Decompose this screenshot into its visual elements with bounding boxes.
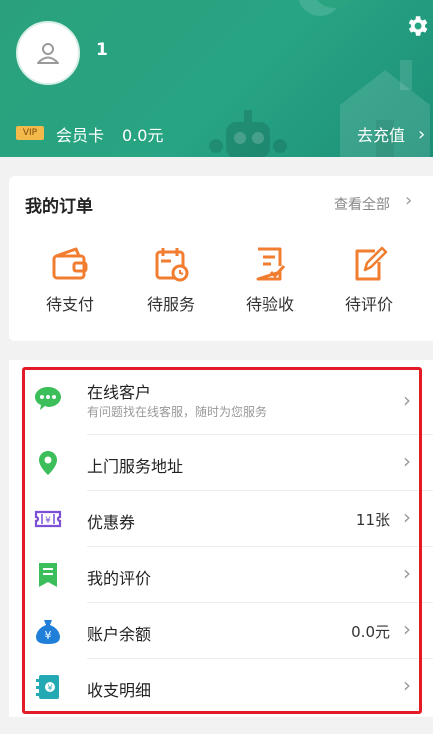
edit-icon <box>355 246 388 281</box>
order-pending-review[interactable]: 待评价 <box>329 246 409 315</box>
chevron-right-icon: › <box>403 673 411 697</box>
user-icon <box>37 43 59 64</box>
chevron-right-icon: › <box>403 505 411 529</box>
location-icon <box>39 451 57 475</box>
username: 1 <box>96 40 108 60</box>
order-pending-service[interactable]: 待服务 <box>131 246 211 315</box>
service-menu-card: 在线客户 有问题找在线客服，随时为您服务 › 上门服务地址 › ¥ 优惠券 11… <box>9 360 433 717</box>
chevron-right-icon: › <box>403 449 411 473</box>
svg-text:¥: ¥ <box>47 684 52 693</box>
avatar[interactable] <box>16 21 80 85</box>
menu-coupons[interactable]: ¥ 优惠券 11张 › <box>9 491 433 547</box>
calendar-clock-icon <box>155 248 189 282</box>
view-all-orders-link[interactable]: 查看全部 <box>334 194 390 214</box>
recharge-link[interactable]: 去充值 <box>357 122 405 146</box>
svg-text:¥: ¥ <box>45 629 52 642</box>
menu-transaction-details[interactable]: ¥ 收支明细 › <box>9 659 433 715</box>
vip-card-label: 会员卡 <box>56 126 105 145</box>
menu-online-customer-service[interactable]: 在线客户 有问题找在线客服，随时为您服务 › <box>9 370 433 435</box>
order-label: 待服务 <box>146 295 195 314</box>
chevron-right-icon: › <box>403 617 411 641</box>
my-orders-card: 我的订单 查看全部 › 待支付 待服务 待验收 待评价 <box>9 176 433 341</box>
profile-header: 1 VIP 会员卡 0.0元 去充值 › <box>0 0 433 157</box>
menu-my-reviews[interactable]: 我的评价 › <box>9 547 433 603</box>
vip-card-balance: 0.0元 <box>122 126 164 145</box>
orders-title: 我的订单 <box>25 197 93 217</box>
order-label: 待支付 <box>45 295 94 314</box>
ledger-icon: ¥ <box>36 675 59 699</box>
svg-text:¥: ¥ <box>45 516 51 526</box>
coupon-count: 11张 <box>355 511 390 529</box>
menu-title: 上门服务地址 <box>87 457 184 476</box>
menu-title: 收支明细 <box>87 681 152 700</box>
coupon-icon: ¥ <box>34 510 62 528</box>
balance-value: 0.0元 <box>351 623 390 641</box>
menu-title: 账户余额 <box>87 625 152 644</box>
chevron-right-icon: › <box>403 561 411 585</box>
menu-subtitle: 有问题找在线客服，随时为您服务 <box>87 405 268 419</box>
menu-title: 优惠券 <box>87 513 136 532</box>
robot-decoration <box>209 110 287 157</box>
vip-badge: VIP <box>16 126 44 140</box>
order-label: 待验收 <box>245 295 294 314</box>
menu-account-balance[interactable]: ¥ 账户余额 0.0元 › <box>9 603 433 659</box>
chat-icon <box>35 387 61 410</box>
menu-title: 我的评价 <box>87 569 152 588</box>
review-icon <box>39 563 57 587</box>
menu-service-address[interactable]: 上门服务地址 › <box>9 435 433 491</box>
order-pending-acceptance[interactable]: 待验收 <box>230 246 310 315</box>
order-label: 待评价 <box>344 295 393 314</box>
gear-icon[interactable] <box>404 13 430 39</box>
menu-title: 在线客户 <box>87 383 152 402</box>
chevron-right-icon: › <box>403 388 411 412</box>
order-pending-payment[interactable]: 待支付 <box>30 246 110 315</box>
chevron-right-icon: › <box>418 124 426 145</box>
wallet-icon <box>52 247 88 280</box>
money-bag-icon: ¥ <box>36 620 60 644</box>
checklist-icon <box>256 247 286 281</box>
chevron-right-icon: › <box>405 190 413 211</box>
